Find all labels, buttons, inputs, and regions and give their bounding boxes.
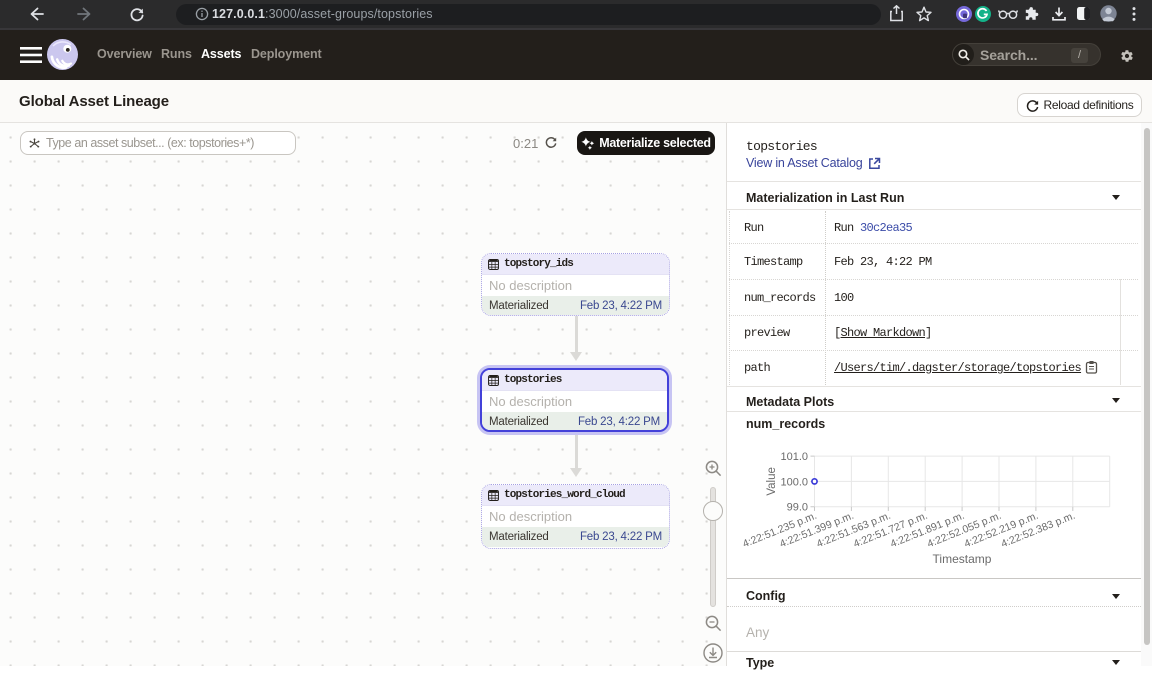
- svg-text:100.0: 100.0: [780, 476, 808, 488]
- svg-text:101.0: 101.0: [780, 451, 808, 463]
- svg-text:Timestamp: Timestamp: [933, 552, 992, 566]
- svg-text:99.0: 99.0: [787, 502, 808, 514]
- svg-text:Value: Value: [766, 467, 778, 496]
